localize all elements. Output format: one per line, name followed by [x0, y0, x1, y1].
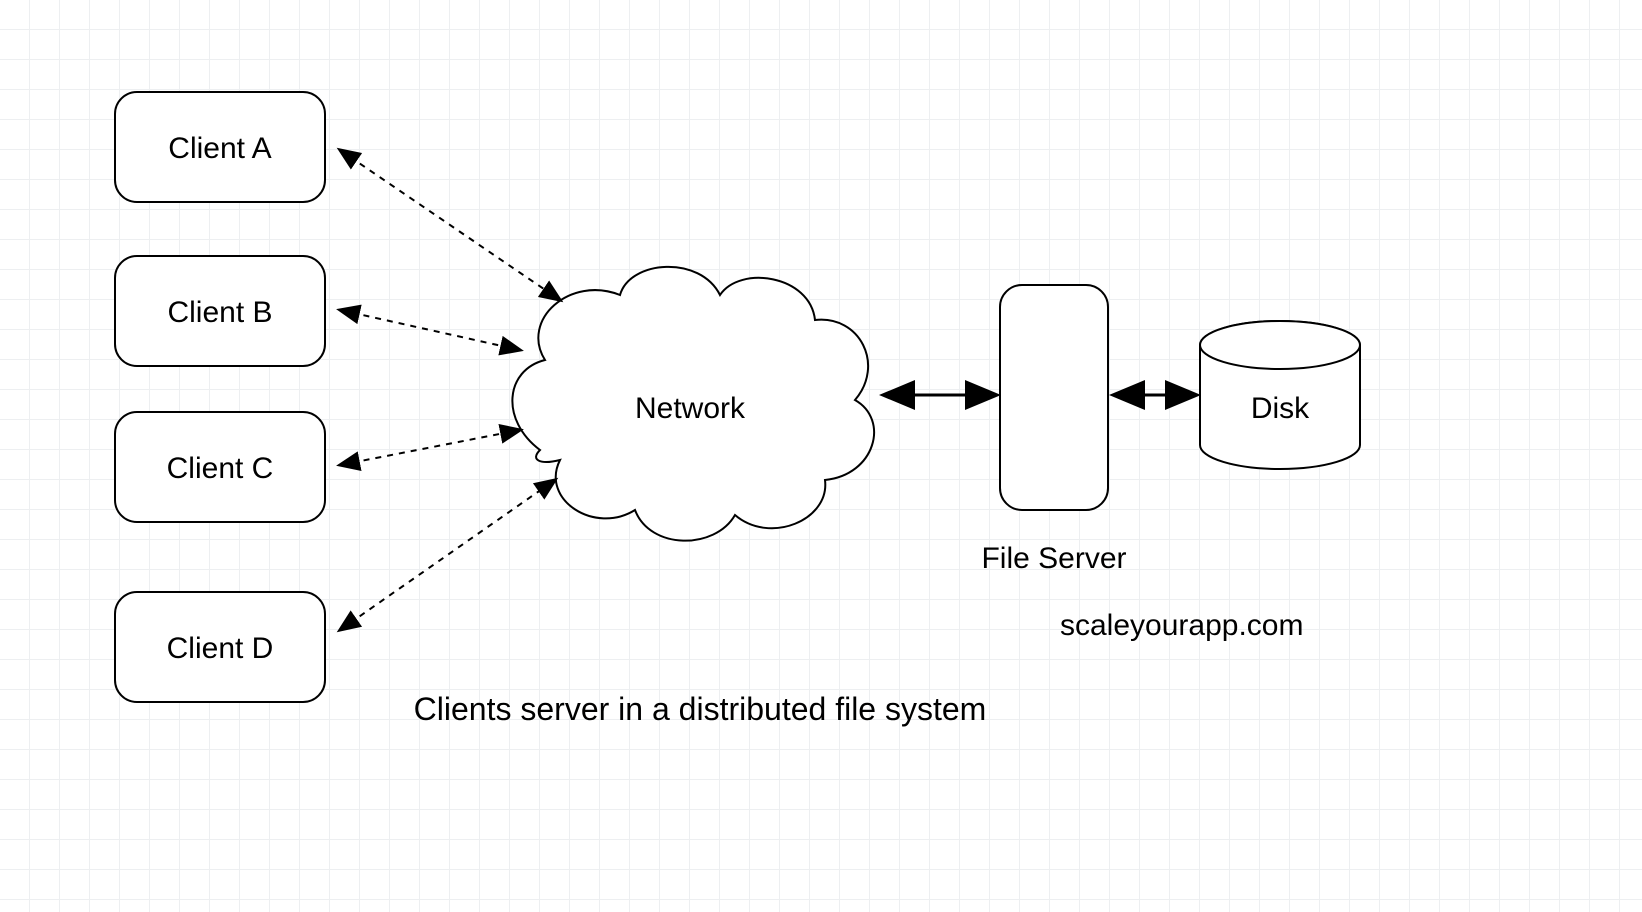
connector-client-c [340, 430, 520, 465]
disk-label: Disk [1251, 392, 1310, 425]
connector-client-d [340, 480, 555, 630]
client-a-node: Client A [115, 92, 325, 202]
connector-client-b [340, 310, 520, 350]
client-b-label: Client B [167, 296, 272, 329]
client-b-node: Client B [115, 256, 325, 366]
client-d-label: Client D [167, 632, 274, 665]
client-c-label: Client C [167, 452, 274, 485]
file-server-label: File Server [981, 542, 1126, 575]
diagram-caption: Clients server in a distributed file sys… [414, 691, 987, 727]
client-a-label: Client A [168, 132, 271, 165]
file-server-node: File Server [981, 285, 1126, 575]
network-label: Network [635, 392, 746, 425]
watermark: scaleyourapp.com [1060, 609, 1303, 642]
disk-node: Disk [1200, 321, 1360, 469]
client-d-node: Client D [115, 592, 325, 702]
connector-client-a [340, 150, 560, 300]
client-c-node: Client C [115, 412, 325, 522]
diagram-canvas: Client A Client B Client C Client D Netw… [0, 0, 1642, 912]
network-cloud-node: Network [512, 267, 874, 541]
